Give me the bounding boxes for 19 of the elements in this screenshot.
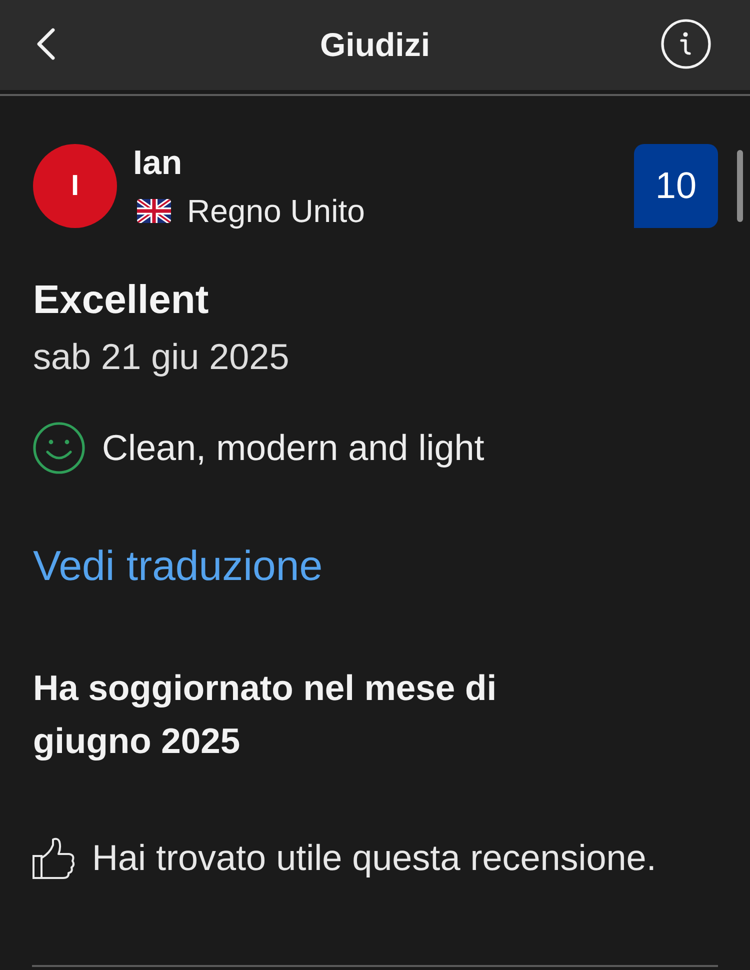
reviewer-country: Regno Unito	[187, 193, 365, 229]
review-comment: Clean, modern and light	[102, 427, 484, 469]
review-date: sab 21 giu 2025	[33, 336, 290, 378]
reviewer-name: Ian	[133, 143, 184, 183]
flag-icon	[137, 199, 171, 223]
score-badge: 10	[634, 144, 718, 228]
review-title: Excellent	[33, 277, 210, 323]
screen-title: Giudizi	[319, 25, 431, 65]
thumbs-up-icon	[32, 836, 76, 880]
avatar: I	[33, 144, 117, 228]
scrollbar	[737, 150, 743, 222]
smiley-icon	[33, 422, 85, 474]
translation-link[interactable]: Vedi traduzione	[33, 542, 323, 590]
back-button[interactable]	[36, 28, 56, 60]
helpful-button[interactable]: Hai trovato utile questa recensione.	[32, 836, 656, 880]
info-button[interactable]	[661, 19, 711, 69]
stay-date-text: Ha soggiornato nel mese di giugno 2025	[33, 667, 498, 763]
info-icon	[661, 19, 711, 69]
back-icon	[36, 28, 56, 60]
